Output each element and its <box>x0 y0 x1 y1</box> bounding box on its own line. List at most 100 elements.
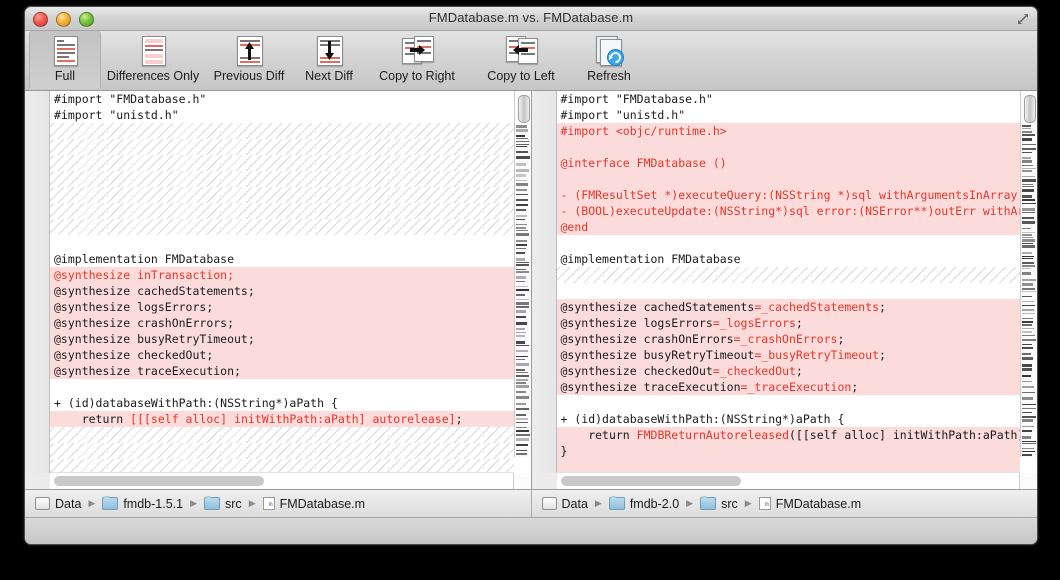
minimap-line <box>516 299 529 300</box>
code-line: 17@synthesize traceExecution=_traceExecu… <box>557 379 1021 395</box>
minimap-line <box>1022 448 1034 449</box>
fullscreen-icon[interactable] <box>1016 12 1030 26</box>
line-text: @synthesize busyRetryTimeout=_busyRetryT… <box>557 347 1021 363</box>
code-line <box>50 139 514 155</box>
code-line <box>557 267 1021 283</box>
minimap-line <box>1022 208 1035 211</box>
left-scroll-corner <box>513 473 531 489</box>
minimap-line <box>516 403 527 405</box>
minimap-line <box>1022 262 1034 264</box>
right-code-text[interactable]: 1#import "FMDatabase.h"2#import "unistd.… <box>557 91 1021 473</box>
objc-file-icon: m <box>263 497 275 510</box>
left-breadcrumb[interactable]: Data▶fmdb-1.5.1▶src▶mFMDatabase.m <box>25 490 532 517</box>
minimap-line <box>516 302 530 305</box>
toolbar-label: Copy to Right <box>379 69 455 83</box>
minimap-line <box>1022 237 1033 238</box>
minimap-line <box>516 396 530 399</box>
minimap-line <box>516 369 525 371</box>
minimap-line <box>516 276 527 279</box>
breadcrumb-item[interactable]: Data <box>35 497 81 511</box>
right-scroll-thumb[interactable] <box>1024 95 1036 123</box>
minimap-line <box>516 350 528 352</box>
code-line <box>557 283 1021 299</box>
breadcrumb-item[interactable]: src <box>204 497 242 511</box>
minimap-line <box>1022 160 1032 163</box>
breadcrumb-item[interactable]: fmdb-1.5.1 <box>102 497 183 511</box>
toolbar-button-full[interactable]: Full <box>29 31 101 89</box>
breadcrumb-item[interactable]: mFMDatabase.m <box>759 497 861 511</box>
minimap-line <box>516 271 529 273</box>
minimap-line <box>516 438 529 441</box>
minimap-line <box>1022 186 1034 187</box>
minimap-line <box>516 240 528 242</box>
breadcrumb-label: src <box>721 497 738 511</box>
breadcrumb-item[interactable]: src <box>700 497 738 511</box>
line-text: - (FMResultSet *)executeQuery:(NSString … <box>557 187 1021 203</box>
screenshot-root: FMDatabase.m vs. FMDatabase.m <box>0 0 1060 580</box>
right-line-number-gutter <box>532 91 557 473</box>
toolbar-button-refresh[interactable]: Refresh <box>573 31 645 89</box>
window-titlebar[interactable]: FMDatabase.m vs. FMDatabase.m <box>25 7 1037 31</box>
toolbar-label: Full <box>55 69 75 83</box>
code-line: 22 <box>557 459 1021 473</box>
minimap-line <box>516 332 526 333</box>
right-hscroll-thumb[interactable] <box>561 476 741 486</box>
right-vertical-scrollbar[interactable] <box>1020 91 1037 457</box>
breadcrumb-separator-icon: ▶ <box>595 498 602 509</box>
left-code-text[interactable]: 1#import "FMDatabase.h"2#import "unistd.… <box>50 91 514 473</box>
minimap-line <box>1022 305 1035 306</box>
minimap-line <box>516 430 530 432</box>
minimap-line <box>516 414 527 416</box>
left-horizontal-scrollbar[interactable] <box>50 472 514 489</box>
line-text: @synthesize checkedOut; <box>50 347 514 363</box>
minimap-line <box>516 141 529 142</box>
toolbar-button-previous-diff[interactable]: Previous Diff <box>205 31 293 89</box>
minimap-line <box>516 310 527 313</box>
minimap-line <box>1022 313 1035 314</box>
toolbar-label: Next Diff <box>305 69 353 83</box>
right-horizontal-scrollbar[interactable] <box>557 472 1021 489</box>
minimap-line <box>1022 243 1033 244</box>
breadcrumb-item[interactable]: Data <box>542 497 588 511</box>
breadcrumb-item[interactable]: mFMDatabase.m <box>263 497 365 511</box>
code-line: 8- (BOOL)executeUpdate:(NSString*)sql er… <box>557 203 1021 219</box>
minimap-line <box>1022 321 1033 323</box>
line-text: return [[[self alloc] initWithPath:aPath… <box>50 411 514 427</box>
left-code-pane: 1#import "FMDatabase.h"2#import "unistd.… <box>25 91 532 489</box>
line-text: @synthesize logsErrors; <box>50 299 514 315</box>
minimap-line <box>1022 234 1032 236</box>
toolbar-button-copy-to-right[interactable]: Copy to Right <box>365 31 469 89</box>
minimap-line <box>1022 283 1033 286</box>
left-hscroll-thumb[interactable] <box>54 476 264 486</box>
minimap-line <box>1022 344 1032 345</box>
minimap-line <box>1022 252 1032 254</box>
toolbar-button-copy-to-left[interactable]: Copy to Left <box>469 31 573 89</box>
next-diff-icon <box>312 35 346 67</box>
minimap-line <box>1022 128 1031 129</box>
minimap-line <box>516 215 527 217</box>
minimap-line <box>1022 131 1032 133</box>
code-line: 4@implementation FMDatabase <box>50 251 514 267</box>
minimap-line <box>1022 195 1032 198</box>
code-line: 19+ (id)databaseWithPath:(NSString*)aPat… <box>557 411 1021 427</box>
code-line: 16@synthesize checkedOut=_checkedOut; <box>557 363 1021 379</box>
toolbar-button-next-diff[interactable]: Next Diff <box>293 31 365 89</box>
left-vertical-scrollbar[interactable] <box>514 91 531 457</box>
minimap-line <box>1022 184 1033 185</box>
left-scroll-thumb[interactable] <box>518 95 530 123</box>
code-line: 13+ (id)databaseWithPath:(NSString*)aPat… <box>50 395 514 411</box>
minimap-line <box>516 189 528 191</box>
right-breadcrumb[interactable]: Data▶fmdb-2.0▶src▶mFMDatabase.m <box>532 490 1038 517</box>
code-line <box>50 155 514 171</box>
line-text: - (BOOL)executeUpdate:(NSString*)sql err… <box>557 203 1021 219</box>
toolbar-button-differences-only[interactable]: Differences Only <box>101 31 205 89</box>
code-line <box>50 123 514 139</box>
minimap-line <box>516 375 530 377</box>
minimap-line <box>1022 148 1036 150</box>
breadcrumb-item[interactable]: fmdb-2.0 <box>609 497 679 511</box>
line-text: @synthesize traceExecution=_traceExecuti… <box>557 379 1021 395</box>
line-text: @synthesize busyRetryTimeout; <box>50 331 514 347</box>
code-line: 6@synthesize cachedStatements; <box>50 283 514 299</box>
minimap-line <box>516 156 530 159</box>
breadcrumb-label: fmdb-1.5.1 <box>123 497 183 511</box>
